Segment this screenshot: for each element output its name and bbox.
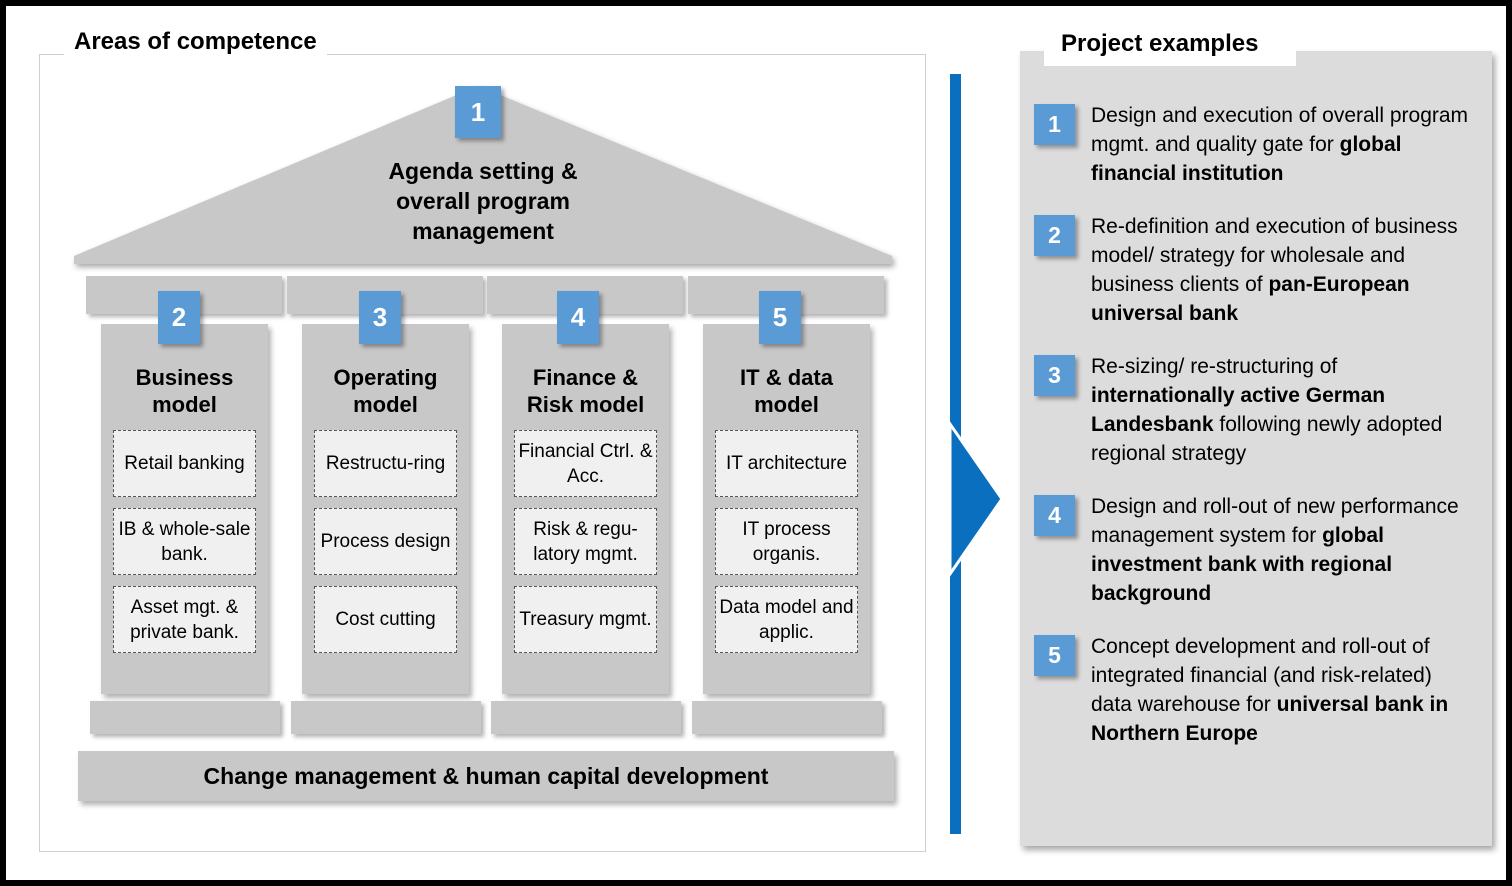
pillar-title: IT & data model [703, 364, 870, 418]
pillar-title-line-1: Finance & [532, 365, 639, 390]
roof-line-3: management [412, 218, 554, 244]
example-text-3: Re-sizing/ re-structuring of internation… [1091, 355, 1443, 465]
pillar-item: IT process organis. [715, 508, 858, 575]
pillar-item: Asset mgt. & private bank. [113, 586, 256, 653]
pillar-base-3 [491, 701, 681, 734]
pillar-item: Restructu-ring [314, 430, 457, 497]
pillar-title-line-1: Business [135, 365, 234, 390]
pillar-title: Business model [101, 364, 268, 418]
pillar-item: Process design [314, 508, 457, 575]
pillar-business-model: Business model Retail banking IB & whole… [101, 324, 268, 694]
pillar-item: IT architecture [715, 430, 858, 497]
pillar-item: Financial Ctrl. & Acc. [514, 430, 657, 497]
badge-2: 2 [158, 291, 200, 344]
roof-label: Agenda setting & overall program managem… [74, 156, 892, 246]
example-text-4: Design and roll-out of new performance m… [1091, 495, 1459, 605]
example-badge-5: 5 [1034, 635, 1075, 676]
pillar-item: Retail banking [113, 430, 256, 497]
change-management-bar: Change management & human capital develo… [78, 751, 894, 801]
list-item: 2 Re-definition and execution of busines… [1020, 212, 1492, 328]
areas-of-competence-title: Areas of competence [64, 28, 327, 56]
pillar-item: IB & whole-sale bank. [113, 508, 256, 575]
pillar-item: Data model and applic. [715, 586, 858, 653]
list-item: 5 Concept development and roll-out of in… [1020, 632, 1492, 748]
pillar-item: Risk & regu-latory mgmt. [514, 508, 657, 575]
example-badge-3: 3 [1034, 355, 1075, 396]
list-item: 4 Design and roll-out of new performance… [1020, 492, 1492, 608]
pillar-title-line-2: model [152, 392, 217, 417]
pillar-base-1 [90, 701, 280, 734]
pillar-title-line-1: Operating [333, 365, 438, 390]
badge-5: 5 [759, 291, 801, 344]
pillar-title-line-2: model [754, 392, 819, 417]
project-examples-list: 1 Design and execution of overall progra… [1020, 101, 1492, 772]
pillar-title-line-2: model [353, 392, 418, 417]
example-badge-1: 1 [1034, 104, 1075, 145]
project-examples-title: Project examples [1061, 30, 1259, 57]
badge-4: 4 [557, 291, 599, 344]
roof-line-1: Agenda setting & [388, 158, 578, 184]
list-item: 1 Design and execution of overall progra… [1020, 101, 1492, 188]
pillar-item: Treasury mgmt. [514, 586, 657, 653]
badge-3: 3 [359, 291, 401, 344]
example-badge-4: 4 [1034, 495, 1075, 536]
badge-1: 1 [455, 86, 501, 138]
pillar-operating-model: Operating model Restructu-ring Process d… [302, 324, 469, 694]
pillar-finance-risk-model: Finance & Risk model Financial Ctrl. & A… [502, 324, 669, 694]
roof-line-2: overall program [396, 188, 570, 214]
pillar-title: Operating model [302, 364, 469, 418]
example-badge-2: 2 [1034, 215, 1075, 256]
list-item: 3 Re-sizing/ re-structuring of internati… [1020, 352, 1492, 468]
pillar-title-line-2: Risk model [526, 392, 645, 417]
pillar-item: Cost cutting [314, 586, 457, 653]
pillar-base-2 [291, 701, 481, 734]
pillar-title-line-1: IT & data [740, 365, 833, 390]
pillar-base-4 [692, 701, 882, 734]
connector-arrow [950, 74, 1010, 834]
pillar-it-data-model: IT & data model IT architecture IT proce… [703, 324, 870, 694]
example-text-5: Concept development and roll-out of inte… [1091, 635, 1449, 745]
example-text-1: Design and execution of overall program … [1091, 104, 1469, 185]
diagram-canvas: Areas of competence Agenda setting & ove… [0, 0, 1512, 886]
pillar-title: Finance & Risk model [502, 364, 669, 418]
example-text-2: Re-definition and execution of business … [1091, 215, 1458, 325]
